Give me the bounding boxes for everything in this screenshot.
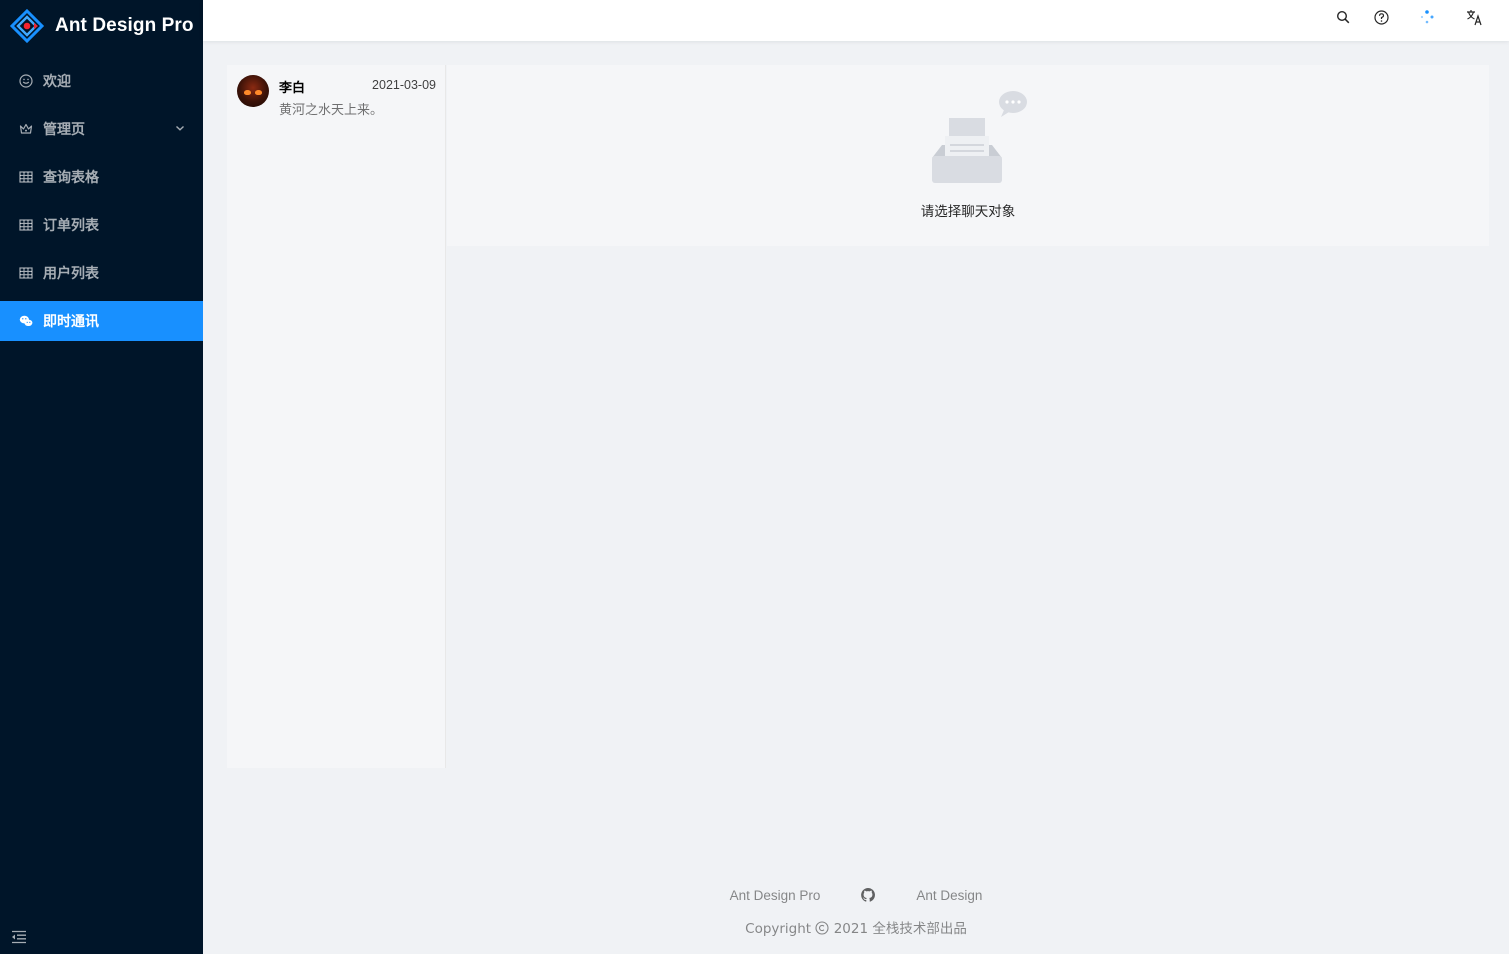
contact-name: 李白 <box>279 81 306 96</box>
copyright-text: 2021 全栈技术部出品 <box>833 921 967 937</box>
chat-panel: 请选择聊天对象 <box>447 65 1489 246</box>
sidebar-item-label: 查询表格 <box>43 170 99 186</box>
smile-icon <box>19 74 33 88</box>
sidebar-item-user-list[interactable]: 用户列表 <box>0 253 203 293</box>
top-header <box>203 0 1509 41</box>
footer-links: Ant Design Pro Ant Design <box>203 887 1509 903</box>
copyright: Copyright 2021 全栈技术部出品 <box>203 917 1509 937</box>
wechat-icon <box>19 314 33 328</box>
search-icon[interactable] <box>1334 8 1352 26</box>
table-icon <box>19 266 33 280</box>
copyright-icon <box>815 921 829 935</box>
table-icon <box>19 218 33 232</box>
translate-icon[interactable] <box>1465 8 1483 26</box>
sidebar-menu: 欢迎 管理页 查询表格 订单列表 用户列表 即时通讯 <box>0 61 203 349</box>
sidebar-item-label: 用户列表 <box>43 266 99 282</box>
sidebar-item-label: 欢迎 <box>43 74 71 90</box>
sidebar-item-label: 即时通讯 <box>43 314 99 330</box>
empty-placeholder-text: 请选择聊天对象 <box>920 204 1016 220</box>
ant-design-logo-icon <box>10 9 44 43</box>
footer: Ant Design Pro Ant Design Copyright 2021… <box>203 884 1509 944</box>
logo[interactable]: Ant Design Pro <box>0 0 203 52</box>
message-time: 2021-03-09 <box>372 78 436 92</box>
last-message: 黄河之水天上来。 <box>279 103 384 118</box>
table-icon <box>19 170 33 184</box>
sidebar: Ant Design Pro 欢迎 管理页 查询表格 订单列表 用户列表 即时通… <box>0 0 203 954</box>
chat-list-item[interactable]: 李白 2021-03-09 黄河之水天上来。 <box>227 65 446 127</box>
menu-fold-icon[interactable] <box>11 930 27 944</box>
footer-link-ant-design[interactable]: Ant Design <box>916 888 982 903</box>
sidebar-item-instant-messaging[interactable]: 即时通讯 <box>0 301 203 341</box>
chevron-down-icon <box>176 125 184 131</box>
dots-icon[interactable] <box>1418 8 1436 26</box>
chat-list: 李白 2021-03-09 黄河之水天上来。 <box>227 65 446 768</box>
sidebar-item-label: 管理页 <box>43 122 85 138</box>
footer-link-ant-design-pro[interactable]: Ant Design Pro <box>730 888 821 903</box>
crown-icon <box>19 122 33 136</box>
avatar <box>237 75 269 107</box>
sidebar-item-order-list[interactable]: 订单列表 <box>0 205 203 245</box>
sidebar-item-welcome[interactable]: 欢迎 <box>0 61 203 101</box>
copyright-prefix: Copyright <box>745 921 812 937</box>
app-title: Ant Design Pro <box>55 15 194 36</box>
question-icon[interactable] <box>1372 8 1390 26</box>
sidebar-item-query-table[interactable]: 查询表格 <box>0 157 203 197</box>
empty-inbox-icon <box>932 91 1027 183</box>
github-icon[interactable] <box>860 887 876 903</box>
sidebar-item-admin[interactable]: 管理页 <box>0 109 203 149</box>
sidebar-item-label: 订单列表 <box>43 218 99 234</box>
